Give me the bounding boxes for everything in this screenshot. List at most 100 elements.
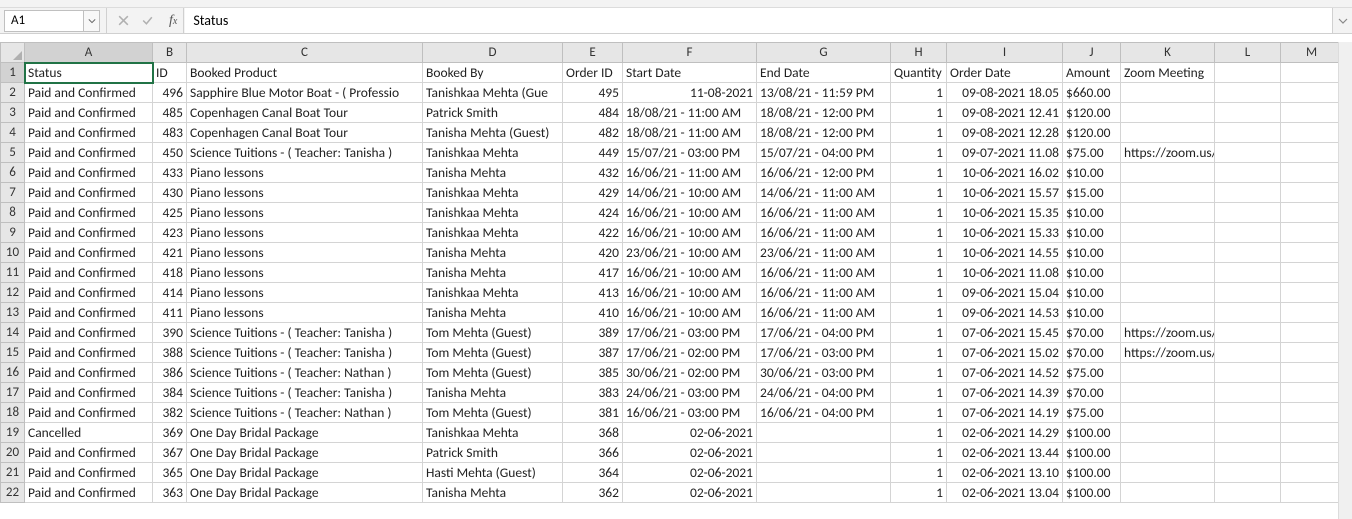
cell[interactable]: 418 (153, 263, 187, 283)
cell[interactable] (1215, 423, 1281, 443)
cell[interactable]: Start Date (623, 63, 757, 83)
cell[interactable]: 17/06/21 - 03:00 PM (623, 323, 757, 343)
cell[interactable]: 382 (153, 403, 187, 423)
cell[interactable]: 10-06-2021 15.57 (947, 183, 1063, 203)
cell[interactable]: $75.00 (1063, 363, 1121, 383)
cell[interactable]: https://zoom.us/j/98348750065 (1121, 143, 1215, 163)
cell[interactable]: Piano lessons (187, 223, 423, 243)
cell[interactable]: Tanisha Mehta (423, 483, 563, 503)
cell[interactable]: $10.00 (1063, 263, 1121, 283)
cell[interactable]: 366 (563, 443, 623, 463)
cell[interactable]: Booked By (423, 63, 563, 83)
cell[interactable] (1215, 383, 1281, 403)
cell[interactable]: 362 (563, 483, 623, 503)
cell[interactable] (1281, 163, 1343, 183)
cell[interactable] (1215, 403, 1281, 423)
cell[interactable]: Hasti Mehta (Guest) (423, 463, 563, 483)
cell[interactable]: 422 (563, 223, 623, 243)
cell[interactable]: Science Tuitions - ( Teacher: Nathan ) (187, 403, 423, 423)
cell[interactable] (1281, 243, 1343, 263)
cell[interactable] (757, 483, 891, 503)
cell[interactable]: 09-08-2021 18.05 (947, 83, 1063, 103)
cell[interactable]: Paid and Confirmed (25, 163, 153, 183)
cell[interactable]: 16/06/21 - 11:00 AM (757, 203, 891, 223)
cell[interactable]: 18/08/21 - 12:00 PM (757, 123, 891, 143)
cell[interactable] (757, 423, 891, 443)
cell[interactable] (1215, 123, 1281, 143)
cell[interactable]: Science Tuitions - ( Teacher: Tanisha ) (187, 383, 423, 403)
row-header[interactable]: 8 (1, 203, 25, 223)
cell[interactable]: 369 (153, 423, 187, 443)
cell[interactable]: Paid and Confirmed (25, 323, 153, 343)
cell[interactable]: One Day Bridal Package (187, 423, 423, 443)
col-header-L[interactable]: L (1215, 43, 1281, 63)
cell[interactable]: Quantity (891, 63, 947, 83)
col-header-I[interactable]: I (947, 43, 1063, 63)
cell[interactable] (1121, 83, 1215, 103)
cell[interactable]: $100.00 (1063, 463, 1121, 483)
row-header[interactable]: 2 (1, 83, 25, 103)
cell[interactable] (1215, 443, 1281, 463)
cell[interactable]: Patrick Smith (423, 443, 563, 463)
row-header[interactable]: 17 (1, 383, 25, 403)
cell[interactable]: 1 (891, 483, 947, 503)
cell[interactable]: 1 (891, 203, 947, 223)
cell[interactable]: 24/06/21 - 03:00 PM (623, 383, 757, 403)
cell[interactable] (1281, 403, 1343, 423)
cell[interactable]: Tanisha Mehta (423, 303, 563, 323)
cell[interactable]: $10.00 (1063, 163, 1121, 183)
cell[interactable] (1215, 263, 1281, 283)
cell[interactable] (1281, 463, 1343, 483)
cell[interactable]: 17/06/21 - 02:00 PM (623, 343, 757, 363)
cell[interactable]: Paid and Confirmed (25, 303, 153, 323)
cell[interactable]: 16/06/21 - 03:00 PM (623, 403, 757, 423)
cell[interactable]: Status (25, 63, 153, 83)
cell[interactable]: 449 (563, 143, 623, 163)
col-header-C[interactable]: C (187, 43, 423, 63)
cell[interactable]: 1 (891, 443, 947, 463)
row-header[interactable]: 16 (1, 363, 25, 383)
cell[interactable]: 14/06/21 - 10:00 AM (623, 183, 757, 203)
cell[interactable] (1215, 63, 1281, 83)
col-header-G[interactable]: G (757, 43, 891, 63)
cell[interactable]: 02-06-2021 (623, 463, 757, 483)
cell[interactable] (757, 463, 891, 483)
cell[interactable]: 16/06/21 - 10:00 AM (623, 223, 757, 243)
cell[interactable]: 384 (153, 383, 187, 403)
cell[interactable]: $70.00 (1063, 343, 1121, 363)
cell[interactable]: 10-06-2021 15.33 (947, 223, 1063, 243)
cell[interactable]: Tanisha Mehta (423, 163, 563, 183)
cell[interactable]: 07-06-2021 14.52 (947, 363, 1063, 383)
cell[interactable] (1281, 443, 1343, 463)
cell[interactable]: Paid and Confirmed (25, 263, 153, 283)
select-all-corner[interactable] (1, 43, 25, 63)
cell[interactable]: 16/06/21 - 10:00 AM (623, 303, 757, 323)
col-header-H[interactable]: H (891, 43, 947, 63)
cell[interactable]: Tanishkaa Mehta (423, 423, 563, 443)
cell[interactable]: $75.00 (1063, 403, 1121, 423)
cell[interactable]: 1 (891, 243, 947, 263)
cell[interactable]: 483 (153, 123, 187, 143)
cell[interactable]: 424 (563, 203, 623, 223)
cell[interactable]: Tanisha Mehta (423, 383, 563, 403)
cell[interactable]: Paid and Confirmed (25, 143, 153, 163)
cell[interactable]: 16/06/21 - 11:00 AM (757, 283, 891, 303)
cell[interactable]: 430 (153, 183, 187, 203)
cell[interactable]: 1 (891, 423, 947, 443)
enter-button[interactable] (135, 9, 159, 33)
row-header[interactable]: 9 (1, 223, 25, 243)
cell[interactable] (1215, 143, 1281, 163)
name-box[interactable] (4, 10, 84, 32)
cell[interactable]: 410 (563, 303, 623, 323)
cell[interactable]: 368 (563, 423, 623, 443)
row-header[interactable]: 22 (1, 483, 25, 503)
cell[interactable]: Tanishkaa Mehta (423, 223, 563, 243)
cell[interactable] (1121, 363, 1215, 383)
cell[interactable]: $70.00 (1063, 323, 1121, 343)
cell[interactable]: 02-06-2021 (623, 423, 757, 443)
cell[interactable] (1215, 303, 1281, 323)
cell[interactable]: 09-08-2021 12.28 (947, 123, 1063, 143)
cell[interactable]: 18/08/21 - 11:00 AM (623, 103, 757, 123)
cell[interactable]: $10.00 (1063, 203, 1121, 223)
cell[interactable] (1121, 263, 1215, 283)
